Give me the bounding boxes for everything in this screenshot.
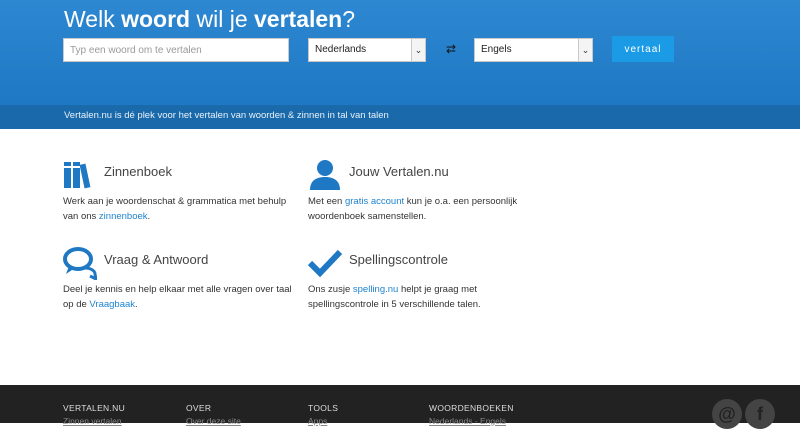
- tagline: Vertalen.nu is dé plek voor het vertalen…: [64, 110, 389, 121]
- checkmark-icon: [308, 249, 342, 278]
- search-input[interactable]: [63, 38, 289, 62]
- spelling-nu-link[interactable]: spelling.nu: [353, 284, 398, 295]
- target-language-value: Engels: [481, 44, 512, 55]
- footer-link[interactable]: Over deze site: [186, 416, 241, 426]
- swap-arrows-icon[interactable]: ⇄: [441, 40, 461, 58]
- target-language-select[interactable]: Engels ⌄: [474, 38, 593, 62]
- facebook-icon[interactable]: f: [745, 399, 775, 429]
- title-text: wil je: [190, 6, 254, 32]
- footer-link[interactable]: Nederlands - Engels: [429, 416, 514, 426]
- source-language-select[interactable]: Nederlands ⌄: [308, 38, 426, 62]
- speech-bubbles-icon: [63, 247, 97, 280]
- description-text: Ons zusje: [308, 284, 353, 295]
- footer-link[interactable]: Zinnen vertalen: [63, 416, 125, 426]
- footer-heading: TOOLS: [308, 403, 339, 413]
- email-icon[interactable]: @: [712, 399, 742, 429]
- vraagbaak-link[interactable]: Vraagbaak: [89, 299, 135, 310]
- feature-title: Spellingscontrole: [349, 252, 449, 267]
- books-icon: [64, 162, 91, 189]
- feature-title: Vraag & Antwoord: [104, 252, 209, 267]
- title-bold-translate: vertalen: [254, 6, 343, 32]
- description-text: Werk aan je woordenschat & grammatica me…: [63, 196, 287, 222]
- chevron-down-icon[interactable]: ⌄: [578, 39, 592, 61]
- footer-link[interactable]: Apps: [308, 416, 338, 426]
- description-text: .: [147, 211, 151, 222]
- feature-description: Werk aan je woordenschat & grammatica me…: [63, 194, 303, 224]
- hero-banner: Welk woord wil je vertalen? Nederlands ⌄…: [0, 0, 800, 105]
- translate-button[interactable]: vertaal: [612, 36, 674, 62]
- gratis-account-link[interactable]: gratis account: [345, 196, 404, 207]
- title-bold-word: woord: [121, 6, 191, 32]
- feature-description: Met een gratis account kun je o.a. een p…: [308, 194, 548, 224]
- feature-description: Ons zusje spelling.nu helpt je graag met…: [308, 282, 548, 312]
- site-footer: VERTALEN.NU Zinnen vertalen OVER Over de…: [0, 385, 800, 429]
- tagline-bar: Vertalen.nu is dé plek voor het vertalen…: [0, 105, 800, 129]
- description-text: .: [135, 299, 138, 310]
- user-icon: [310, 160, 340, 190]
- footer-heading: OVER: [186, 403, 212, 413]
- zinnenboek-link[interactable]: zinnenboek: [99, 211, 148, 222]
- source-language-value: Nederlands: [315, 44, 367, 55]
- page-title: Welk woord wil je vertalen?: [64, 6, 355, 33]
- title-text: Welk: [64, 6, 122, 32]
- feature-description: Deel je kennis en help elkaar met alle v…: [63, 282, 303, 312]
- footer-heading: VERTALEN.NU: [63, 403, 126, 413]
- footer-heading: WOORDENBOEKEN: [429, 403, 514, 413]
- feature-title: Zinnenboek: [104, 164, 172, 179]
- chevron-down-icon[interactable]: ⌄: [411, 39, 425, 61]
- feature-title: Jouw Vertalen.nu: [349, 164, 449, 179]
- description-text: Met een: [308, 196, 345, 207]
- title-text: ?: [342, 6, 356, 32]
